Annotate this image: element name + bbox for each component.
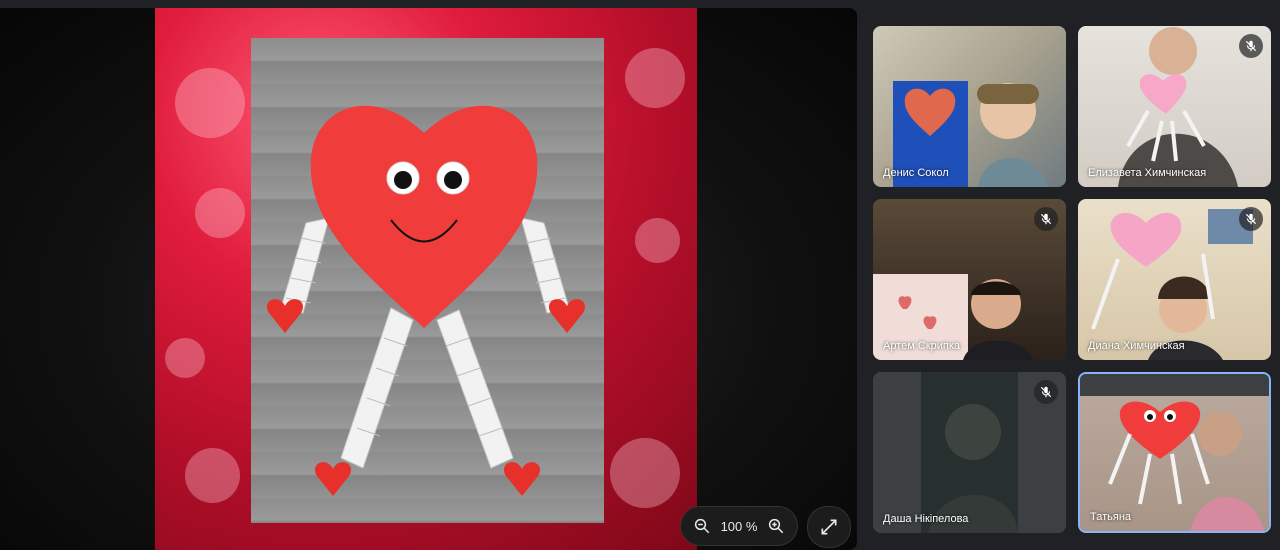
zoom-controls: 100 %: [680, 506, 798, 546]
participant-name: Татьяна: [1090, 511, 1132, 523]
bokeh-light: [610, 438, 680, 508]
wooden-board: [251, 38, 604, 523]
mic-off-icon: [1040, 213, 1052, 225]
zoom-level: 100 %: [720, 518, 758, 534]
mic-off-icon: [1040, 386, 1052, 398]
zoom-in-button[interactable]: [765, 515, 787, 537]
participant-tile[interactable]: Елизавета Химчинская: [1078, 26, 1271, 187]
mic-muted-indicator: [1034, 380, 1058, 404]
participant-tile[interactable]: Артем Скрипка: [873, 199, 1066, 360]
video-feed: [873, 26, 1066, 187]
participant-video: [1108, 401, 1264, 531]
bokeh-light: [625, 48, 685, 108]
bokeh-light: [195, 188, 245, 238]
participant-name: Денис Сокол: [883, 167, 949, 179]
bokeh-light: [165, 338, 205, 378]
participant-tile[interactable]: Диана Химчинская: [1078, 199, 1271, 360]
mic-off-icon: [1245, 213, 1257, 225]
mic-off-icon: [1245, 40, 1257, 52]
participant-name: Артем Скрипка: [883, 340, 961, 352]
participant-name: Диана Химчинская: [1088, 340, 1185, 352]
heart-craft-image: [266, 105, 586, 496]
bokeh-light: [175, 68, 245, 138]
video-feed: [1080, 374, 1269, 531]
participant-name: Даша Нікіпелова: [883, 513, 969, 525]
mic-muted-indicator: [1239, 207, 1263, 231]
bokeh-light: [185, 448, 240, 503]
participant-tile[interactable]: Даша Нікіпелова: [873, 372, 1066, 533]
presentation-view: 100 %: [0, 8, 857, 550]
zoom-in-icon: [768, 518, 784, 534]
expand-icon: [821, 519, 837, 535]
mic-muted-indicator: [1034, 207, 1058, 231]
mic-muted-indicator: [1239, 34, 1263, 58]
shared-slide: [155, 8, 697, 550]
zoom-out-button[interactable]: [691, 515, 713, 537]
participant-video: [893, 81, 1048, 187]
participant-name: Елизавета Химчинская: [1088, 167, 1207, 179]
zoom-out-icon: [694, 518, 710, 534]
bokeh-light: [635, 218, 680, 263]
participant-tile[interactable]: Денис Сокол: [873, 26, 1066, 187]
participant-tile-active[interactable]: Татьяна: [1078, 372, 1271, 533]
fullscreen-button[interactable]: [807, 506, 851, 548]
